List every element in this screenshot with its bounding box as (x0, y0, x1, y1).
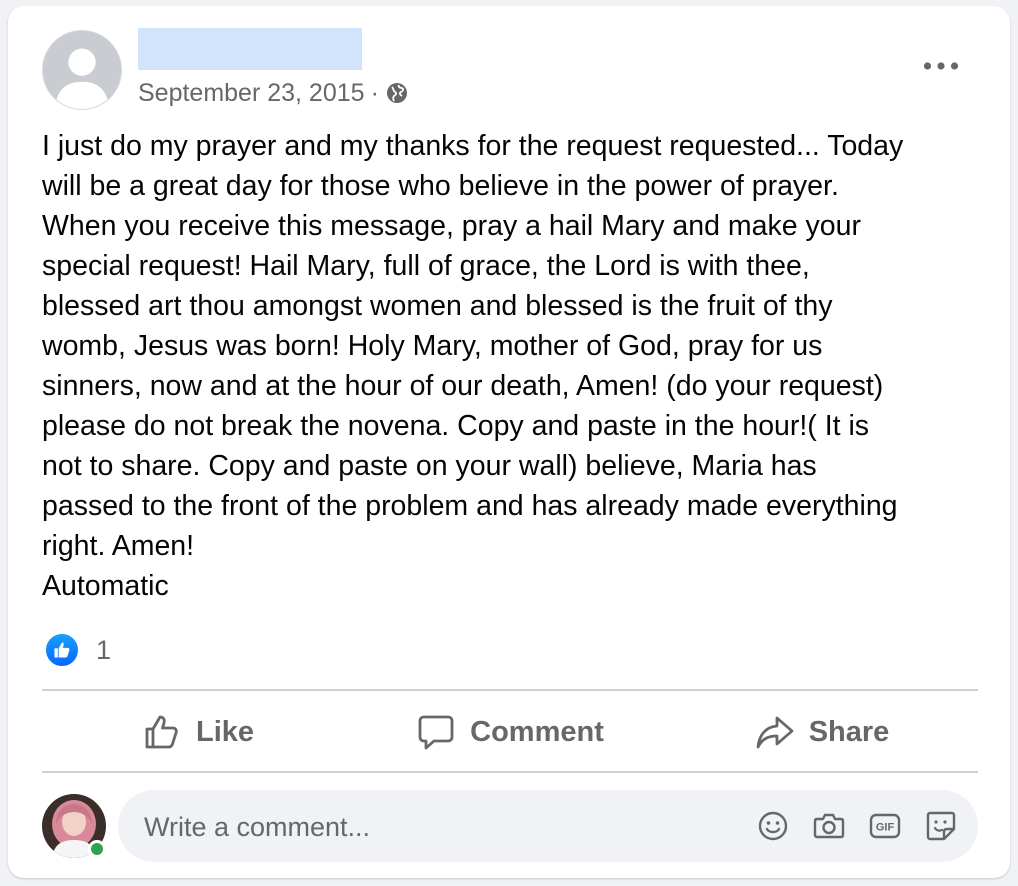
like-button[interactable]: Like (42, 696, 354, 768)
author-avatar[interactable] (42, 30, 122, 110)
post-date[interactable]: September 23, 2015 (138, 79, 365, 108)
more-dots-icon (923, 62, 959, 70)
comment-bubble-icon (418, 715, 454, 750)
comment-label: Comment (470, 715, 604, 748)
sticker-icon[interactable] (924, 809, 958, 843)
comment-input[interactable] (142, 790, 706, 864)
share-button[interactable]: Share (666, 696, 978, 768)
svg-text:GIF: GIF (876, 822, 895, 834)
post-meta: September 23, 2015 · (138, 78, 409, 108)
post-text: I just do my prayer and my thanks for th… (42, 130, 904, 602)
like-reaction-icon (44, 632, 80, 668)
divider (42, 689, 978, 691)
more-options-button[interactable] (916, 48, 966, 84)
comment-box: GIF (118, 790, 978, 864)
online-status-indicator (88, 840, 106, 858)
meta-separator: · (370, 78, 379, 107)
default-avatar-icon (43, 31, 121, 109)
reaction-count[interactable]: 1 (96, 635, 111, 666)
comment-button[interactable]: Comment (354, 696, 666, 768)
camera-icon[interactable] (812, 809, 846, 843)
emoji-icon[interactable] (756, 809, 790, 843)
post-card: September 23, 2015 · I just do my prayer… (8, 6, 1010, 878)
thumbs-up-icon (145, 715, 178, 749)
like-label: Like (195, 715, 255, 748)
divider (42, 771, 978, 773)
share-arrow-icon (756, 716, 794, 749)
gif-icon[interactable]: GIF (868, 809, 902, 843)
comment-tools: GIF (756, 790, 958, 862)
author-name-redacted[interactable] (138, 28, 362, 70)
reactions-summary[interactable]: 1 (44, 630, 111, 670)
action-bar: Like Comment Share (42, 696, 978, 768)
globe-icon[interactable] (385, 81, 409, 105)
share-label: Share (808, 715, 890, 748)
